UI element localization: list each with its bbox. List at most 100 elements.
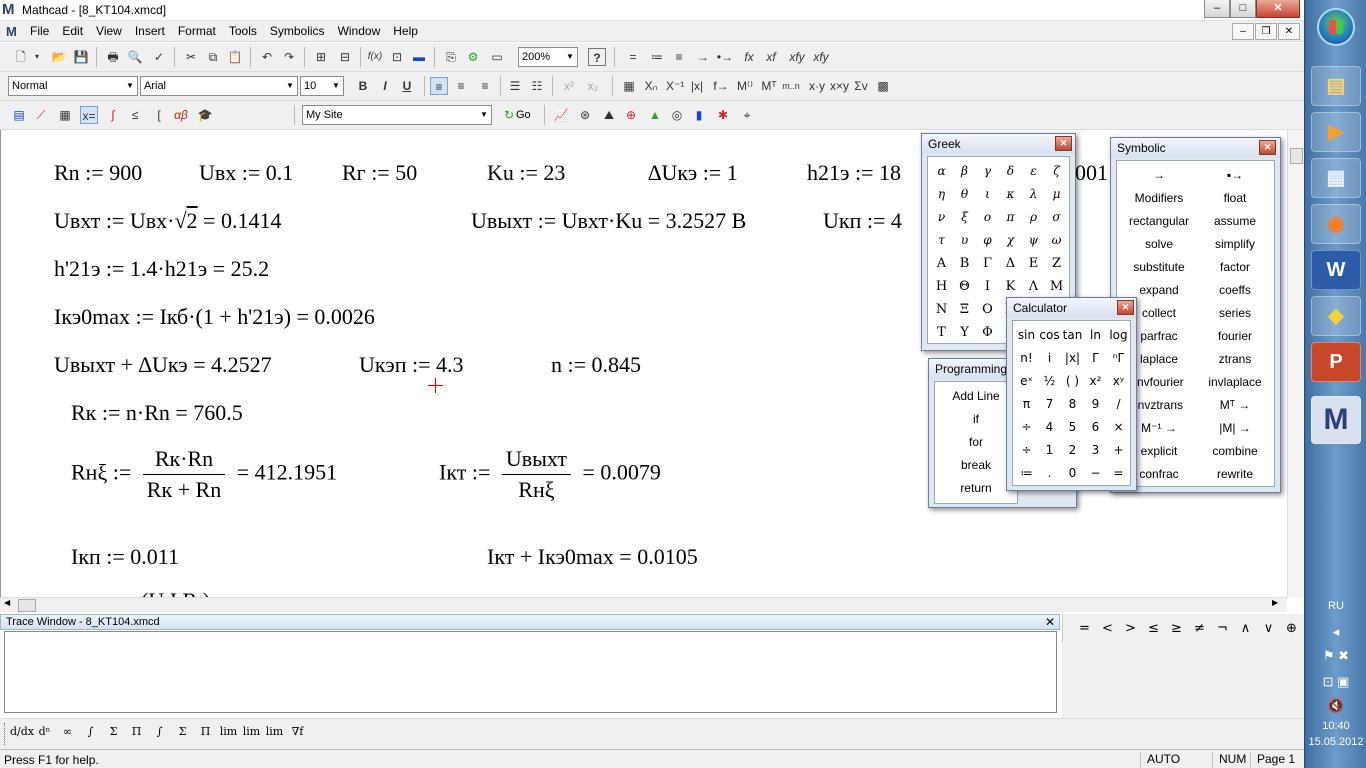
cut-icon[interactable]: ✂ — [182, 48, 200, 66]
component-wizard-icon[interactable]: ⚙ — [464, 48, 482, 66]
determinant-icon[interactable]: |x| — [688, 77, 706, 95]
boolean-operator-button[interactable]: ∧ — [1234, 621, 1257, 636]
powerpoint-icon[interactable]: P — [1311, 342, 1361, 382]
boolean-operator-button[interactable]: ≤ — [1142, 621, 1165, 636]
3d-scatter-icon[interactable]: ▲ — [646, 106, 664, 124]
media-player-icon[interactable]: ▶ — [1311, 112, 1361, 152]
calculator-key-button[interactable]: / — [1107, 393, 1130, 416]
symbolic-toolbar-icon[interactable]: 🎓 — [196, 106, 214, 124]
calculus-operator-button[interactable]: d/dx — [10, 725, 34, 738]
calculator-key-button[interactable]: Γ — [1084, 347, 1107, 370]
symbolic-keyword-button[interactable]: → — [1121, 164, 1197, 187]
insert-function-icon[interactable]: f(x) — [366, 48, 384, 66]
greek-lower-button[interactable]: ω — [1045, 229, 1068, 252]
firefox-icon[interactable]: ◉ — [1311, 204, 1361, 244]
symbolic-keyword-button[interactable]: |M| → — [1197, 417, 1273, 440]
calculator-toolbar-icon[interactable]: ▤ — [10, 106, 28, 124]
underline-icon[interactable]: U — [398, 77, 416, 95]
menu-edit[interactable]: Edit — [62, 24, 83, 38]
doc-minimize-button[interactable]: – — [1232, 23, 1254, 40]
eq-h21-prime[interactable]: h'21э := 1.4·h21э = 25.2 — [54, 256, 269, 282]
symbolic-keyword-button[interactable]: ▪→ — [1197, 164, 1273, 187]
calculator-key-button[interactable]: 2 — [1061, 439, 1084, 462]
contour-plot-icon[interactable]: ⊕ — [622, 106, 640, 124]
eq-ikt-sum[interactable]: Iкт + Iкэ0max = 0.0105 — [487, 544, 698, 570]
calculus-operator-button[interactable]: Π — [194, 725, 217, 738]
eq-ikt[interactable]: Iкт := Uвыхт Rнξ = 0.0079 — [439, 446, 661, 503]
calculus-operator-button[interactable]: Σ — [171, 725, 194, 738]
prefix-operator-icon[interactable]: fx — [740, 48, 758, 66]
document-icon[interactable]: M — [6, 24, 22, 39]
greek-lower-button[interactable]: κ — [999, 183, 1022, 206]
column-icon[interactable]: M⁽⁾ — [736, 77, 754, 95]
calculate-icon[interactable]: ▬ — [410, 48, 428, 66]
font-size-select[interactable]: 10 ▼ — [300, 76, 344, 96]
calculator-key-button[interactable]: log — [1107, 324, 1130, 347]
greek-upper-button[interactable]: Τ — [930, 321, 953, 344]
cross-product-icon[interactable]: x×y — [830, 77, 849, 95]
eq-ku[interactable]: Ku := 23 — [487, 160, 565, 186]
calculus-operator-button[interactable]: ∫ — [148, 725, 171, 738]
xy-plot-icon[interactable]: 📈 — [552, 106, 570, 124]
calculator-key-button[interactable]: π — [1015, 393, 1038, 416]
greek-lower-button[interactable]: σ — [1045, 206, 1068, 229]
greek-lower-button[interactable]: ε — [1022, 160, 1045, 183]
eq-uvyxt-sum[interactable]: Uвыхт + ∆Uкэ = 4.2527 — [54, 352, 272, 378]
calculator-close-button[interactable]: ✕ — [1117, 300, 1134, 315]
programming-keyword-button[interactable]: for — [937, 431, 1015, 454]
calculator-key-button[interactable]: − — [1084, 462, 1107, 485]
eq-rn-xi[interactable]: Rнξ := Rк·Rn Rк + Rn = 412.1951 — [71, 446, 337, 503]
spell-check-icon[interactable]: ✓ — [150, 48, 168, 66]
eq-ikz0max[interactable]: Iкэ0max := Iкб·(1 + h'21э) = 0.0026 — [54, 304, 375, 330]
eq-delta-ukz[interactable]: ∆Uкэ := 1 — [648, 160, 738, 186]
word-icon[interactable]: W — [1311, 250, 1361, 290]
calculator-key-button[interactable]: = — [1107, 462, 1130, 485]
matrix-toolbar-icon[interactable]: ▦ — [56, 106, 74, 124]
calculator-key-button[interactable]: 8 — [1061, 393, 1084, 416]
align-across-icon[interactable]: ⊞ — [312, 48, 330, 66]
global-definition-icon[interactable]: ≡ — [670, 48, 688, 66]
doc-close-button[interactable]: ✕ — [1278, 23, 1300, 40]
greek-upper-button[interactable]: Υ — [953, 321, 976, 344]
menu-help[interactable]: Help — [393, 24, 418, 38]
action-center-flag-icon[interactable]: ⚑ ✖ — [1313, 648, 1359, 664]
menu-format[interactable]: Format — [178, 24, 216, 38]
greek-upper-button[interactable]: Ε — [1022, 252, 1045, 275]
help-icon[interactable]: ? — [588, 48, 606, 66]
doc-restore-button[interactable]: ❐ — [1255, 23, 1277, 40]
greek-lower-button[interactable]: ρ — [1022, 206, 1045, 229]
calculator-key-button[interactable]: ÷ — [1015, 416, 1038, 439]
calculator-key-button[interactable]: 9 — [1084, 393, 1107, 416]
eq-rn[interactable]: Rn := 900 — [54, 160, 142, 186]
greek-lower-button[interactable]: ζ — [1045, 160, 1068, 183]
symbolic-keyword-button[interactable]: ztrans — [1197, 348, 1273, 371]
calculus-operator-button[interactable]: ∞ — [56, 725, 79, 738]
calculus-operator-button[interactable]: ∫ — [79, 725, 102, 738]
copy-icon[interactable]: ⧉ — [204, 48, 222, 66]
programming-keyword-button[interactable]: if — [937, 408, 1015, 431]
greek-lower-button[interactable]: π — [999, 206, 1022, 229]
start-button[interactable] — [1317, 8, 1355, 46]
print-icon[interactable]: 🖶 — [104, 48, 122, 66]
symbolic-close-button[interactable]: ✕ — [1259, 140, 1276, 155]
greek-lower-button[interactable]: θ — [953, 183, 976, 206]
calculus-operator-button[interactable]: Π — [125, 725, 148, 738]
calculator-palette[interactable]: Calculator ✕ sin cos tan ln log n! i |x| ΓⁿΓ eˣ ½(… — [1006, 297, 1137, 491]
symbolic-keyword-button[interactable]: Modifiers — [1121, 187, 1197, 210]
evaluation-toolbar-icon[interactable]: x= — [80, 106, 98, 124]
align-down-icon[interactable]: ⊟ — [336, 48, 354, 66]
calculator-key-button[interactable]: 1 — [1038, 439, 1061, 462]
trace-window-titlebar[interactable]: Trace Window - 8_KT104.xmcd ✕ — [0, 614, 1060, 630]
greek-lower-button[interactable]: ξ — [953, 206, 976, 229]
calculus-operator-button[interactable]: lim — [240, 725, 263, 738]
calculus-operator-button[interactable]: dⁿ — [33, 725, 56, 738]
greek-upper-button[interactable]: Θ — [953, 275, 976, 298]
symbolic-keyword-button[interactable]: solve — [1121, 233, 1197, 256]
evaluate-equals-icon[interactable]: = — [624, 48, 642, 66]
insert-unit-icon[interactable]: ⊡ — [388, 48, 406, 66]
picture-icon[interactable]: ▩ — [874, 77, 892, 95]
calculus-operator-button[interactable]: lim — [263, 725, 286, 738]
calculus-toolbar-icon[interactable]: ∫ — [104, 106, 122, 124]
subscript-icon[interactable]: x₂ — [584, 77, 602, 95]
resource-center-icon[interactable]: ▭ — [488, 48, 506, 66]
